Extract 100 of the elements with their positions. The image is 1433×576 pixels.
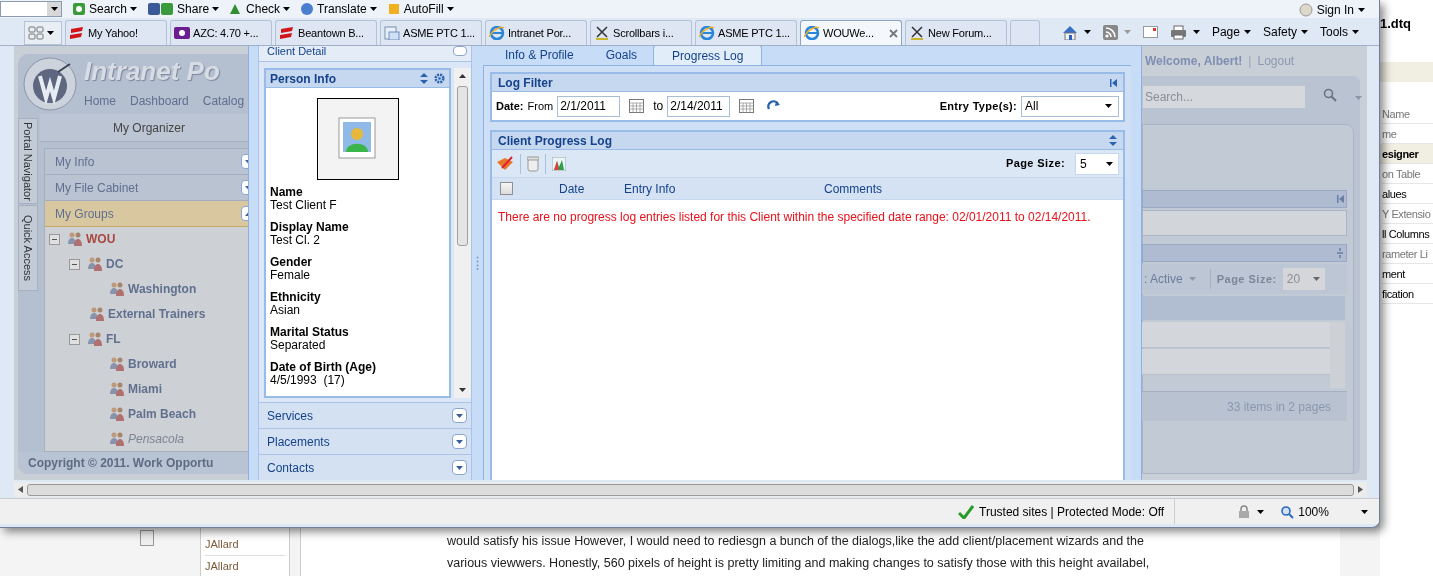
- caret-icon[interactable]: [1105, 104, 1112, 108]
- caret-icon[interactable]: [212, 7, 220, 11]
- panel-title: Person Info: [270, 70, 337, 88]
- browser-tab[interactable]: My Yahoo!: [65, 20, 167, 45]
- list-item[interactable]: esigner: [1380, 144, 1433, 164]
- browser-tab[interactable]: ASME PTC 1...: [380, 20, 482, 45]
- command-menu[interactable]: Page: [1211, 23, 1251, 41]
- splitter-handle-icon[interactable]: [476, 256, 479, 270]
- globe-logo-icon: [22, 56, 78, 112]
- collapse-icon[interactable]: [69, 333, 80, 345]
- chart-icon[interactable]: [552, 156, 566, 171]
- toolbar-button[interactable]: Check: [229, 0, 291, 18]
- caret-icon[interactable]: [1257, 509, 1265, 514]
- date-field[interactable]: 2/1/2011: [557, 95, 621, 117]
- cross-icon: [909, 26, 925, 40]
- refresh-icon[interactable]: [767, 100, 781, 112]
- field-label: Name: [270, 186, 304, 199]
- browser-tab[interactable]: Beantown B...: [275, 20, 377, 45]
- browser-tab[interactable]: New Forum...: [905, 20, 1007, 45]
- scroll-right-icon[interactable]: [1358, 486, 1363, 493]
- toolbar-button[interactable]: AutoFill: [386, 0, 454, 18]
- caret-icon[interactable]: [456, 413, 463, 418]
- scroll-left-icon[interactable]: [18, 486, 23, 493]
- command-menu[interactable]: Safety: [1262, 23, 1308, 41]
- caret-icon[interactable]: [1243, 30, 1251, 34]
- checkbox[interactable]: [500, 182, 513, 195]
- caret-icon[interactable]: [50, 7, 58, 11]
- caret-icon[interactable]: [459, 74, 466, 78]
- caret-icon[interactable]: [47, 31, 54, 35]
- caret-icon[interactable]: [459, 388, 466, 392]
- caret-icon[interactable]: [130, 7, 138, 11]
- browser-tab[interactable]: Intranet Por...: [485, 20, 587, 45]
- caret-icon[interactable]: [1192, 30, 1200, 34]
- sort-arrows-icon[interactable]: [420, 73, 428, 84]
- list-item[interactable]: fication: [1382, 284, 1433, 304]
- home-button[interactable]: [1061, 24, 1091, 40]
- security-zone-status[interactable]: Trusted sites | Protected Mode: Off: [958, 499, 1176, 524]
- command-menu[interactable]: Tools: [1320, 23, 1359, 41]
- caret-icon[interactable]: [1352, 30, 1359, 34]
- search-icon[interactable]: [1323, 88, 1337, 102]
- welcome-text: Welcome, Albert!: [1145, 53, 1243, 70]
- feeds-button[interactable]: [1102, 24, 1131, 40]
- collapse-left-icon[interactable]: [1110, 78, 1117, 87]
- sort-arrows-icon[interactable]: [1109, 135, 1117, 146]
- people-icon: [109, 281, 125, 297]
- calendar-icon[interactable]: [739, 99, 755, 113]
- side-tab[interactable]: Portal Navigator: [18, 118, 38, 204]
- caret-icon[interactable]: [446, 7, 454, 11]
- people-icon: [109, 381, 125, 397]
- dialog-tab[interactable]: Info & Profile: [489, 46, 590, 65]
- mail-icon[interactable]: [1142, 26, 1158, 38]
- browser-tab[interactable]: WOUWe...: [800, 20, 902, 45]
- caret-icon[interactable]: [1301, 30, 1308, 34]
- toolbar-button[interactable]: Translate: [300, 0, 377, 18]
- letter-e-icon: [69, 26, 85, 40]
- entry-type-dropdown[interactable]: All: [1021, 95, 1119, 117]
- date-field[interactable]: 2/14/2011: [667, 95, 731, 117]
- browser-tab[interactable]: AZC: 4.70 +...: [170, 20, 272, 45]
- sign-in-button[interactable]: Sign In: [1298, 1, 1365, 19]
- caret-icon[interactable]: [1358, 8, 1365, 12]
- caret-icon[interactable]: [1106, 161, 1113, 166]
- security-button[interactable]: [1237, 504, 1265, 519]
- cross-icon: [594, 26, 610, 40]
- dialog-tab[interactable]: Goals: [589, 46, 654, 65]
- calendar-icon[interactable]: [629, 99, 645, 113]
- toolbar-button[interactable]: Search: [72, 0, 138, 18]
- caret-icon[interactable]: [1083, 30, 1091, 34]
- edit-icon[interactable]: [496, 155, 514, 172]
- caret-icon[interactable]: [369, 7, 377, 11]
- list-item[interactable]: ll Columns: [1382, 224, 1433, 244]
- address-field[interactable]: [0, 1, 62, 17]
- close-icon[interactable]: [889, 28, 898, 38]
- search-field[interactable]: Search...: [1143, 86, 1305, 108]
- toolbar-button[interactable]: Share: [147, 0, 220, 18]
- caret-icon[interactable]: [456, 465, 463, 470]
- print-button[interactable]: [1169, 24, 1200, 40]
- scrollbar-track[interactable]: [1330, 322, 1345, 388]
- expand-button[interactable]: [452, 460, 467, 475]
- side-tab[interactable]: Quick Access: [18, 205, 38, 291]
- list-item[interactable]: ment: [1382, 264, 1433, 284]
- browser-tab[interactable]: Scrollbars i...: [590, 20, 692, 45]
- zoom-button[interactable]: 100%: [1280, 502, 1368, 521]
- collapse-icon[interactable]: [69, 258, 80, 270]
- collapse-icon[interactable]: [49, 233, 60, 245]
- list-item[interactable]: alues: [1382, 184, 1433, 204]
- caret-icon[interactable]: [283, 7, 291, 11]
- tree-item[interactable]: WOU: [86, 230, 116, 248]
- page-size-label: Page Size:: [1005, 156, 1065, 172]
- caret-icon[interactable]: [1360, 509, 1368, 514]
- page-size-dropdown[interactable]: 5: [1075, 152, 1119, 175]
- expand-button[interactable]: [452, 408, 467, 423]
- browser-tab[interactable]: ASME PTC 1...: [695, 20, 797, 45]
- scrollbar-thumb[interactable]: [140, 530, 154, 546]
- page-size-label: Page Size:: [1216, 271, 1277, 287]
- scrollbar-thumb[interactable]: [457, 86, 468, 246]
- expand-button[interactable]: [452, 434, 467, 449]
- caret-icon[interactable]: [456, 439, 463, 444]
- scrollbar-thumb[interactable]: [27, 483, 1354, 496]
- settings-icon[interactable]: [434, 73, 445, 84]
- dialog-tab[interactable]: Progress Log: [653, 46, 763, 65]
